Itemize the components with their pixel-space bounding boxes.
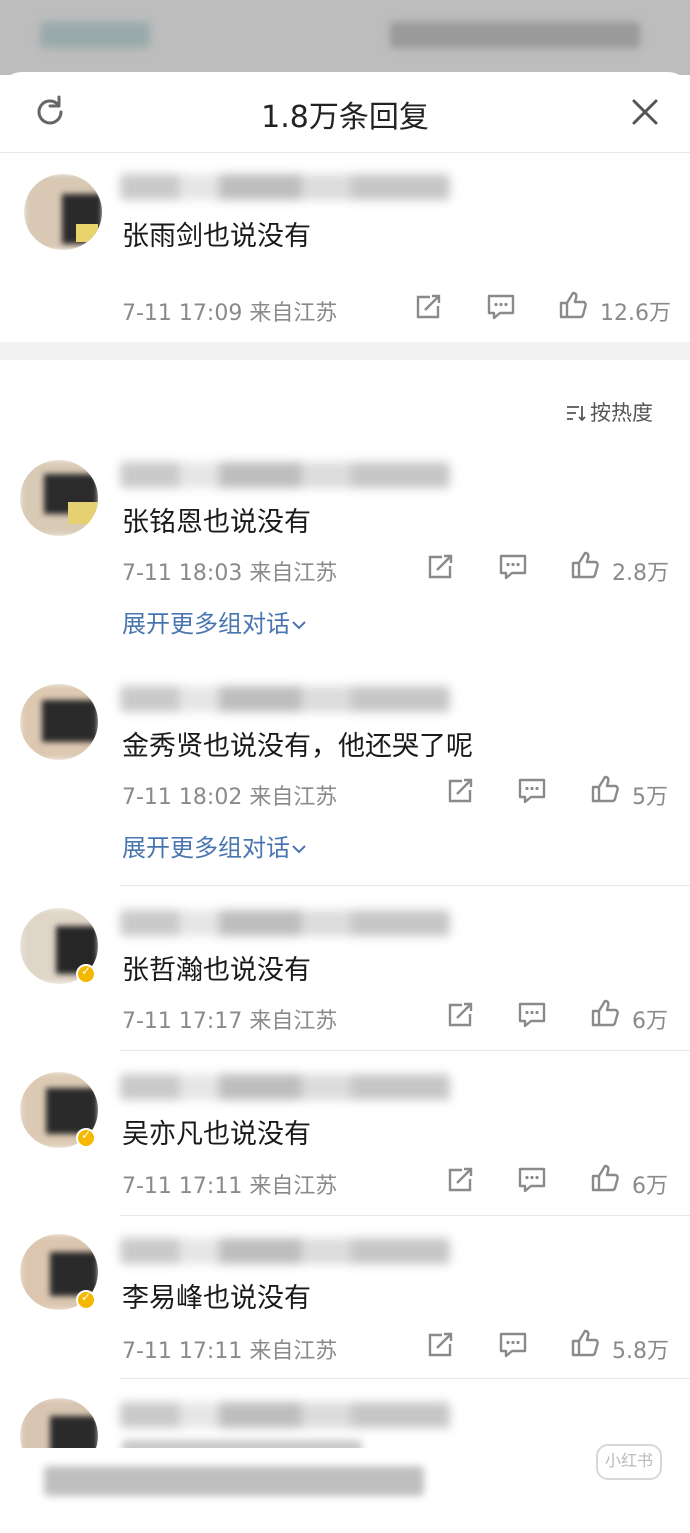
comment-text: 吴亦凡也说没有 (122, 1119, 311, 1150)
comment-date: 7-11 17:17 (122, 1009, 243, 1034)
comment-icon[interactable] (498, 553, 528, 585)
like-count: 2.8万 (612, 561, 669, 586)
comment-text: 李易峰也说没有 (122, 1283, 311, 1314)
like-count: 6万 (632, 1174, 668, 1199)
sort-toggle[interactable]: 按热度 (566, 397, 653, 427)
like-count: 6万 (632, 1009, 668, 1034)
chevron-down-icon (292, 845, 306, 854)
comment-icon[interactable] (498, 1331, 528, 1363)
comment-location: 来自江苏 (249, 301, 338, 326)
username[interactable] (120, 1074, 450, 1100)
comment-location: 来自江苏 (249, 785, 338, 810)
comment-text: 张雨剑也说没有 (122, 221, 311, 252)
like-count: 5.8万 (612, 1339, 669, 1364)
avatar[interactable] (20, 460, 98, 536)
share-icon[interactable] (425, 553, 455, 585)
comment-meta: 7-11 17:11 来自江苏 (122, 1168, 337, 1200)
sheet-title: 1.8万条回复 (261, 100, 429, 135)
comment-meta: 7-11 18:03 来自江苏 (122, 555, 337, 587)
like-icon[interactable] (590, 999, 620, 1031)
replies-sheet: 1.8万条回复 张雨剑也说没有 7-11 17:09 来自江苏 12.6万 按热… (0, 72, 690, 1533)
reply-bar (0, 1448, 690, 1533)
comment-date: 7-11 17:09 (122, 301, 243, 326)
comment-date: 7-11 17:11 (122, 1339, 243, 1364)
comment-meta: 7-11 17:11 来自江苏 (122, 1333, 337, 1365)
comment-icon[interactable] (486, 293, 516, 325)
item-divider (120, 1215, 690, 1216)
verified-badge-icon (76, 1290, 96, 1310)
comment-date: 7-11 18:03 (122, 561, 243, 586)
comment-date: 7-11 18:02 (122, 785, 243, 810)
item-divider (120, 885, 690, 886)
item-divider (120, 1378, 690, 1379)
expand-label: 展开更多组对话 (122, 610, 290, 638)
comment-location: 来自江苏 (249, 561, 338, 586)
item-divider (120, 1050, 690, 1051)
header-divider (0, 152, 690, 153)
share-icon[interactable] (445, 1001, 475, 1033)
watermark-badge: 小红书 (596, 1444, 662, 1480)
verified-badge-icon (76, 1128, 96, 1148)
comment-location: 来自江苏 (249, 1339, 338, 1364)
share-icon[interactable] (425, 1331, 455, 1363)
sort-icon (567, 406, 586, 422)
username[interactable] (120, 462, 450, 488)
comment-icon[interactable] (517, 777, 547, 809)
share-icon[interactable] (445, 1166, 475, 1198)
like-icon[interactable] (570, 551, 600, 583)
comment-text: 张铭恩也说没有 (122, 507, 311, 538)
like-icon[interactable] (558, 291, 588, 323)
sheet-header: 1.8万条回复 (0, 72, 690, 152)
section-separator (0, 342, 690, 360)
username[interactable] (120, 1402, 450, 1428)
sort-label: 按热度 (590, 401, 653, 425)
username[interactable] (120, 174, 450, 200)
comment-meta: 7-11 18:02 来自江苏 (122, 779, 337, 811)
chevron-down-icon (292, 621, 306, 630)
expand-label: 展开更多组对话 (122, 834, 290, 862)
close-icon[interactable] (627, 94, 663, 130)
reply-input-blurred[interactable] (44, 1466, 424, 1496)
comment-location: 来自江苏 (249, 1174, 338, 1199)
avatar[interactable] (20, 684, 98, 760)
comment-icon[interactable] (517, 1001, 547, 1033)
like-icon[interactable] (590, 1164, 620, 1196)
comment-date: 7-11 17:11 (122, 1174, 243, 1199)
expand-conversation-link[interactable]: 展开更多组对话 (122, 604, 308, 639)
comment-meta: 7-11 17:09 来自江苏 (122, 295, 337, 327)
username[interactable] (120, 1238, 450, 1264)
like-icon[interactable] (570, 1329, 600, 1361)
comment-location: 来自江苏 (249, 1009, 338, 1034)
comment-meta: 7-11 17:17 来自江苏 (122, 1003, 337, 1035)
avatar[interactable] (24, 174, 102, 250)
like-count: 12.6万 (600, 301, 671, 326)
share-icon[interactable] (445, 777, 475, 809)
verified-badge-icon (76, 964, 96, 984)
status-bar (0, 0, 690, 75)
comment-icon[interactable] (517, 1166, 547, 1198)
like-count: 5万 (632, 785, 668, 810)
like-icon[interactable] (590, 775, 620, 807)
username[interactable] (120, 686, 450, 712)
username[interactable] (120, 910, 450, 936)
share-icon[interactable] (413, 293, 443, 325)
comment-text: 张哲瀚也说没有 (122, 955, 311, 986)
comment-text: 金秀贤也说没有，他还哭了呢 (122, 731, 473, 762)
expand-conversation-link[interactable]: 展开更多组对话 (122, 828, 308, 863)
